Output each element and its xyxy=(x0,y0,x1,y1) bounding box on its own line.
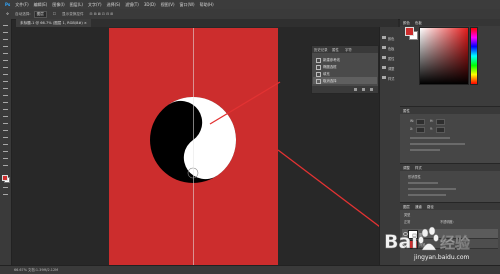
new-document-icon[interactable] xyxy=(362,88,365,91)
strip-item-properties[interactable]: 属性 xyxy=(381,53,399,62)
history-panel-tabs: 历史记录 属性 字符 xyxy=(312,46,378,53)
height-field[interactable] xyxy=(436,119,445,125)
color-icon xyxy=(382,36,386,39)
height-label: H: xyxy=(430,119,434,123)
properties-icon xyxy=(382,56,386,59)
arrow-to-layers-panel xyxy=(277,149,393,237)
styles-icon xyxy=(382,76,386,79)
deselect-icon xyxy=(316,79,321,84)
tab-styles[interactable]: 样式 xyxy=(415,165,422,170)
svg-text:经验: 经验 xyxy=(440,234,471,252)
color-panel-foreground-swatch[interactable] xyxy=(405,27,414,36)
divider xyxy=(410,137,450,139)
history-item[interactable]: 椭圆选框 xyxy=(313,63,377,70)
tab-adjustments[interactable]: 调整 xyxy=(403,165,410,170)
baidu-jingyan-watermark-logo: Bai 经验 xyxy=(384,226,471,253)
foreground-color-swatch[interactable] xyxy=(2,175,8,181)
tab-character[interactable]: 字符 xyxy=(345,47,352,52)
blend-mode-dropdown[interactable]: 正常 xyxy=(404,219,410,224)
properties-panel-tabs: 属性 xyxy=(400,107,500,114)
adjustments-panel-tabs: 调整 样式 xyxy=(400,164,500,171)
history-panel-footer xyxy=(312,86,378,93)
y-field[interactable] xyxy=(436,127,445,133)
properties-panel: 属性 W: H: X: Y: xyxy=(400,106,500,163)
divider xyxy=(408,194,446,196)
color-picker-field[interactable] xyxy=(419,27,469,85)
divider xyxy=(408,182,438,184)
divider xyxy=(408,188,456,190)
tab-properties[interactable]: 属性 xyxy=(332,47,339,52)
trash-icon[interactable] xyxy=(370,88,373,91)
hue-slider[interactable] xyxy=(470,27,478,85)
tab-color[interactable]: 颜色 xyxy=(403,20,410,25)
adjustments-panel: 调整 样式 形状属性 xyxy=(400,163,500,202)
layer-kind-filter[interactable]: 类型 xyxy=(404,212,410,217)
opacity-label: 不透明度: xyxy=(440,220,454,224)
shape-properties-label: 形状属性 xyxy=(408,175,421,179)
tab-layers[interactable]: 图层 xyxy=(403,204,410,209)
swatches-icon xyxy=(382,46,386,49)
divider xyxy=(410,143,465,145)
y-label: Y: xyxy=(430,127,433,131)
color-panel-tabs: 颜色 色板 xyxy=(400,19,500,26)
history-item[interactable]: 填充 xyxy=(313,70,377,77)
strip-item-swatches[interactable]: 色板 xyxy=(381,43,399,52)
x-label: X: xyxy=(410,127,414,131)
adjustments-icon xyxy=(382,66,386,69)
watermark-url: jingyan.baidu.com xyxy=(414,254,470,261)
tab-paths[interactable]: 路径 xyxy=(427,204,434,209)
tab-channels[interactable]: 通道 xyxy=(415,204,422,209)
strip-item-styles[interactable]: 样式 xyxy=(381,73,399,82)
status-text: 66.67% 文档:1.39M/2.12M xyxy=(14,268,59,272)
tab-swatches[interactable]: 色板 xyxy=(415,20,422,25)
snapshot-icon[interactable] xyxy=(354,88,357,91)
width-field[interactable] xyxy=(416,119,425,125)
history-item-selected[interactable]: 取消选择 xyxy=(313,77,377,84)
tab-history[interactable]: 历史记录 xyxy=(314,47,328,52)
arrow-to-history-panel xyxy=(209,81,281,125)
strip-item-adjustments[interactable]: 调整 xyxy=(381,63,399,72)
layers-panel-tabs: 图层 通道 路径 xyxy=(400,203,500,210)
history-item[interactable]: 新建参考线 xyxy=(313,56,377,63)
strip-item-color[interactable]: 颜色 xyxy=(381,33,399,42)
tab-properties-panel[interactable]: 属性 xyxy=(403,108,410,113)
history-panel: 历史记录 属性 字符 新建参考线 椭圆选框 填充 取消选择 xyxy=(311,45,379,94)
x-field[interactable] xyxy=(416,127,425,133)
svg-text:Bai: Bai xyxy=(384,231,418,253)
divider xyxy=(410,149,440,151)
width-label: W: xyxy=(410,119,415,123)
